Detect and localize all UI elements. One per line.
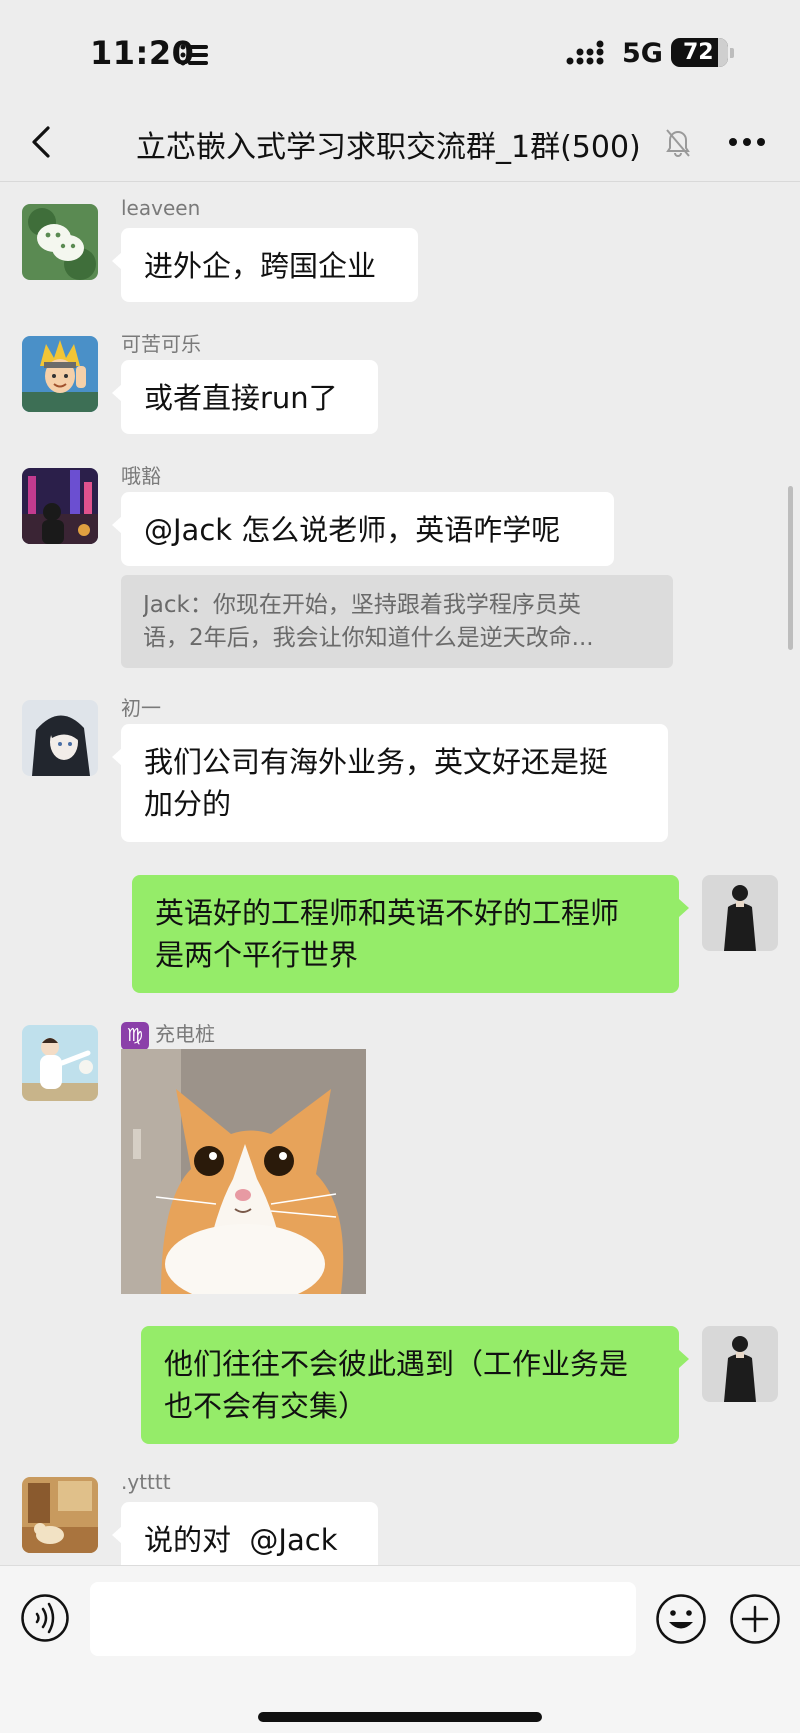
quote-line: Jack：你现在开始，坚持跟着我学程序员英 [143,592,581,618]
bubble-tail [679,899,689,917]
message-bubble[interactable]: 或者直接run了 [112,360,378,434]
status-time: 11:20 [90,34,195,72]
message-text: 进外企，跨国企业 [144,249,377,283]
avatar-chuyi[interactable] [22,700,98,776]
message-text: 英语好的工程师和英语不好的工程师 [155,896,620,930]
input-bar [0,1565,800,1733]
avatar-kekukele[interactable] [22,336,98,412]
back-icon[interactable] [26,122,56,162]
scrollbar[interactable] [788,486,793,650]
my-avatar[interactable] [702,875,778,951]
my-avatar[interactable] [702,1326,778,1402]
message-bubble[interactable]: 进外企，跨国企业 [112,228,418,302]
list-icon [180,44,208,66]
avatar-ohuo[interactable] [22,468,98,544]
message-text: 是两个平行世界 [155,938,359,972]
avatar-ytttt[interactable] [22,1477,98,1553]
chat-screen: 11:20 5G 72 立芯嵌入式学习求职交流群_1群(500) leaveen… [0,0,800,1733]
battery-nub [730,48,734,58]
sender-name: 初一 [121,696,161,720]
message-text: 我们公司有海外业务，英文好还是挺 [144,745,609,779]
avatar-chongdianzhuang[interactable] [22,1025,98,1101]
nav-bar: 立芯嵌入式学习求职交流群_1群(500) [0,100,800,182]
zodiac-badge: ♍ [121,1021,149,1050]
message-text: @Jack 怎么说老师，英语咋学呢 [144,513,561,547]
bubble-tail [112,748,122,766]
bubble-tail [112,1526,122,1544]
message-text: 或者直接run了 [144,381,338,415]
sender-name: 哦豁 [121,464,161,488]
sender-name: 可苦可乐 [121,332,201,356]
bubble-tail [112,516,122,534]
network-type: 5G [622,38,663,69]
message-text: 说的对 @Jack [144,1523,338,1557]
chat-title: 立芯嵌入式学习求职交流群_1群(500) [136,130,641,165]
mute-icon [666,129,690,157]
my-message-bubble[interactable]: 他们往往不会彼此遇到（工作业务是 也不会有交集） [141,1326,689,1444]
message-bubble[interactable]: 我们公司有海外业务，英文好还是挺 加分的 [112,724,668,842]
status-bar: 11:20 5G 72 [0,0,800,100]
message-bubble[interactable]: @Jack 怎么说老师，英语咋学呢 [112,492,614,566]
bubble-tail [679,1350,689,1368]
sender-name: ♍ 充电桩 [121,1018,215,1050]
message-text: 也不会有交集） [164,1389,368,1423]
quote-line: 语，2年后，我会让你知道什么是逆天改命... [143,625,594,651]
voice-icon[interactable] [20,1593,70,1643]
sender-name: leaveen [121,196,201,220]
message-input[interactable] [90,1582,636,1656]
plus-icon[interactable] [729,1593,781,1645]
battery-level-text: 72 [683,40,714,65]
bubble-tail [112,384,122,402]
battery-empty-part [718,38,728,67]
more-icon[interactable] [728,136,766,148]
battery-indicator: 72 [671,38,728,67]
home-indicator[interactable] [258,1712,542,1722]
my-message-bubble[interactable]: 英语好的工程师和英语不好的工程师 是两个平行世界 [132,875,689,993]
bubble-tail [112,252,122,270]
message-text: 他们往往不会彼此遇到（工作业务是 [164,1347,629,1381]
sender-name-text: 充电桩 [155,1022,215,1046]
cat-image[interactable] [121,1049,366,1294]
sender-name: .ytttt [121,1470,171,1494]
emoji-icon[interactable] [655,1593,707,1645]
message-text: 加分的 [144,787,232,821]
quoted-message[interactable]: Jack：你现在开始，坚持跟着我学程序员英 语，2年后，我会让你知道什么是逆天改… [121,575,673,668]
signal-icon [566,40,604,65]
avatar-leaveen[interactable] [22,204,98,280]
